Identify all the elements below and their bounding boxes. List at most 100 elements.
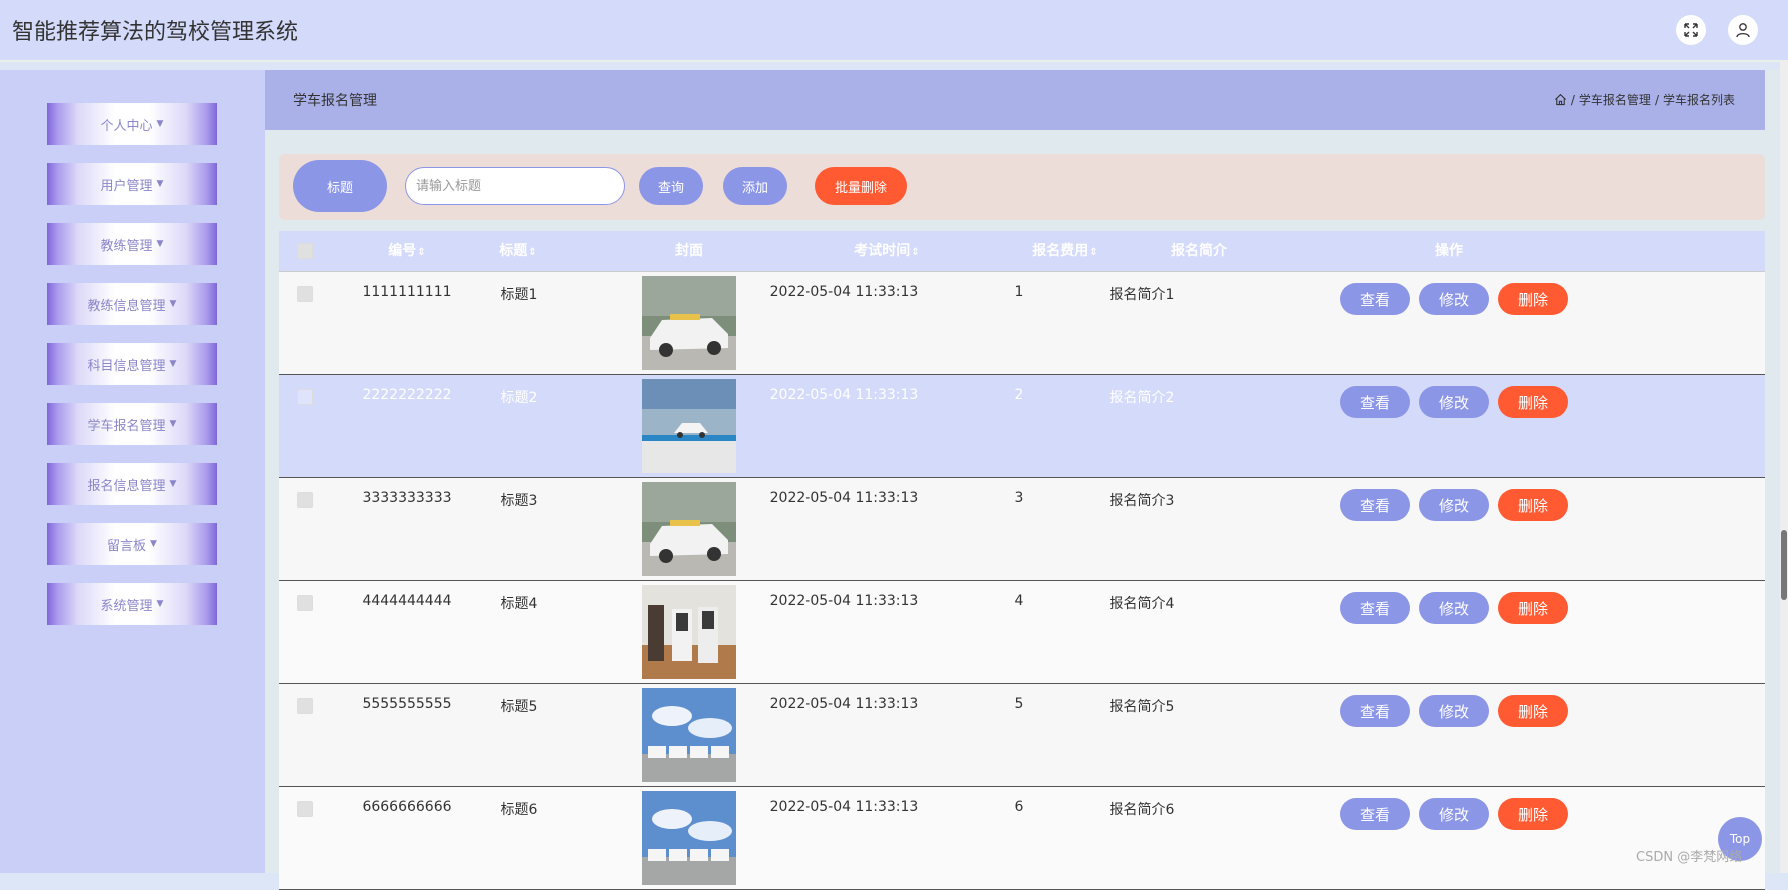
page-header: 学车报名管理 / 学车报名管理 / 学车报名列表	[265, 70, 1765, 130]
sidebar: 个人中心 ▼ 用户管理 ▼ 教练管理 ▼ 教练信息管理 ▼ 科目信息管理 ▼ 学车报名管理…	[0, 70, 265, 873]
cell-id: 5555555555	[362, 696, 452, 712]
chevron-down-icon: ▼	[156, 119, 164, 129]
user-button[interactable]	[1728, 15, 1758, 45]
chevron-down-icon: ▼	[169, 479, 177, 489]
cell-id: 2222222222	[362, 387, 452, 403]
edit-button[interactable]: 修改	[1419, 798, 1489, 830]
chevron-down-icon: ▼	[169, 299, 177, 309]
delete-button[interactable]: 删除	[1498, 798, 1568, 830]
column-header-exam-time[interactable]: 考试时间⇕	[807, 231, 967, 271]
page-scrollbar[interactable]	[1780, 60, 1788, 873]
cell-fee: 5	[1014, 696, 1024, 712]
cell-fee: 4	[1014, 593, 1024, 609]
cover-image	[642, 276, 736, 370]
row-checkbox[interactable]	[297, 286, 313, 302]
chevron-down-icon: ▼	[169, 359, 177, 369]
row-checkbox[interactable]	[297, 698, 313, 714]
cell-title: 标题1	[500, 287, 538, 303]
sidebar-item-label: 科目信息管理	[87, 358, 166, 374]
sidebar-item-enrollment-info[interactable]: 报名信息管理 ▼	[47, 463, 217, 505]
delete-button[interactable]: 删除	[1498, 386, 1568, 418]
add-button[interactable]: 添加	[723, 167, 787, 205]
sidebar-item-user-management[interactable]: 用户管理 ▼	[47, 163, 217, 205]
batch-delete-button[interactable]: 批量删除	[815, 167, 907, 205]
fullscreen-button[interactable]	[1676, 15, 1706, 45]
cell-fee: 2	[1014, 387, 1024, 403]
breadcrumb-separator: /	[1570, 92, 1575, 107]
chevron-down-icon: ▼	[156, 599, 164, 609]
edit-button[interactable]: 修改	[1419, 283, 1489, 315]
select-all-checkbox[interactable]	[297, 243, 313, 259]
edit-button[interactable]: 修改	[1419, 592, 1489, 624]
view-button[interactable]: 查看	[1340, 798, 1410, 830]
delete-button[interactable]: 删除	[1498, 695, 1568, 727]
edit-button[interactable]: 修改	[1419, 695, 1489, 727]
column-header-id[interactable]: 编号⇕	[367, 231, 447, 271]
cell-intro: 报名简介5	[1109, 699, 1175, 715]
table-row: 2222222222 标题2 2022-05-04 11:33:13 2 报名简…	[279, 375, 1765, 478]
cell-exam-time: 2022-05-04 11:33:13	[769, 799, 919, 815]
cell-fee: 3	[1014, 490, 1024, 506]
delete-button[interactable]: 删除	[1498, 592, 1568, 624]
sidebar-item-subject-info[interactable]: 科目信息管理 ▼	[47, 343, 217, 385]
cell-title: 标题6	[500, 802, 538, 818]
chevron-down-icon: ▼	[150, 539, 157, 549]
sidebar-item-coach-info[interactable]: 教练信息管理 ▼	[47, 283, 217, 325]
cell-fee: 6	[1014, 799, 1024, 815]
breadcrumb-item[interactable]: 学车报名管理	[1579, 91, 1651, 108]
breadcrumb-separator: /	[1654, 92, 1659, 107]
delete-button[interactable]: 删除	[1498, 489, 1568, 521]
row-checkbox[interactable]	[297, 595, 313, 611]
sidebar-item-label: 教练信息管理	[87, 298, 166, 314]
app-title: 智能推荐算法的驾校管理系统	[12, 20, 299, 45]
cell-id: 4444444444	[362, 593, 452, 609]
cell-exam-time: 2022-05-04 11:33:13	[769, 490, 919, 506]
main-content: 学车报名管理 / 学车报名管理 / 学车报名列表 标题 查询 添加 批量删除 编…	[265, 70, 1788, 890]
search-bar: 标题 查询 添加 批量删除	[279, 154, 1765, 220]
cell-exam-time: 2022-05-04 11:33:13	[769, 696, 919, 712]
view-button[interactable]: 查看	[1340, 386, 1410, 418]
edit-button[interactable]: 修改	[1419, 489, 1489, 521]
sidebar-item-label: 留言板	[107, 538, 147, 554]
cell-exam-time: 2022-05-04 11:33:13	[769, 593, 919, 609]
table-row: 4444444444 标题4 2022-05-04 11:33:13 4 报名简…	[279, 581, 1765, 684]
cell-id: 3333333333	[362, 490, 452, 506]
cover-image	[642, 791, 736, 885]
sort-icon: ⇕	[528, 247, 537, 258]
row-checkbox[interactable]	[297, 389, 313, 405]
cell-exam-time: 2022-05-04 11:33:13	[769, 387, 919, 403]
sidebar-item-coach-management[interactable]: 教练管理 ▼	[47, 223, 217, 265]
sidebar-item-system[interactable]: 系统管理 ▼	[47, 583, 217, 625]
cell-intro: 报名简介1	[1109, 287, 1175, 303]
page-title: 学车报名管理	[293, 93, 377, 109]
table-row: 6666666666 标题6 2022-05-04 11:33:13 6 报名简…	[279, 787, 1765, 890]
sort-icon: ⇕	[911, 247, 920, 258]
sort-icon: ⇕	[1089, 247, 1098, 258]
cell-title: 标题4	[500, 596, 538, 612]
view-button[interactable]: 查看	[1340, 592, 1410, 624]
column-header-title[interactable]: 标题⇕	[483, 231, 553, 271]
view-button[interactable]: 查看	[1340, 489, 1410, 521]
row-checkbox[interactable]	[297, 801, 313, 817]
home-icon[interactable]	[1554, 93, 1567, 106]
sidebar-item-label: 系统管理	[100, 598, 153, 614]
sidebar-item-personal-center[interactable]: 个人中心 ▼	[47, 103, 217, 145]
sidebar-item-enrollment[interactable]: 学车报名管理 ▼	[47, 403, 217, 445]
sidebar-item-label: 学车报名管理	[87, 418, 166, 434]
delete-button[interactable]: 删除	[1498, 283, 1568, 315]
query-button[interactable]: 查询	[639, 167, 703, 205]
cell-id: 1111111111	[362, 284, 452, 300]
view-button[interactable]: 查看	[1340, 695, 1410, 727]
column-header-fee[interactable]: 报名费用⇕	[1015, 231, 1115, 271]
cell-id: 6666666666	[362, 799, 452, 815]
row-checkbox[interactable]	[297, 492, 313, 508]
column-header-actions: 操作	[1435, 243, 1463, 259]
search-input[interactable]	[405, 167, 625, 205]
sidebar-item-label: 用户管理	[100, 178, 153, 194]
scrollbar-thumb[interactable]	[1781, 530, 1787, 600]
table-row: 1111111111 标题1 2022-05-04 11:33:13 1 报名简…	[279, 272, 1765, 375]
cover-image	[642, 482, 736, 576]
edit-button[interactable]: 修改	[1419, 386, 1489, 418]
sidebar-item-message-board[interactable]: 留言板 ▼	[47, 523, 217, 565]
view-button[interactable]: 查看	[1340, 283, 1410, 315]
